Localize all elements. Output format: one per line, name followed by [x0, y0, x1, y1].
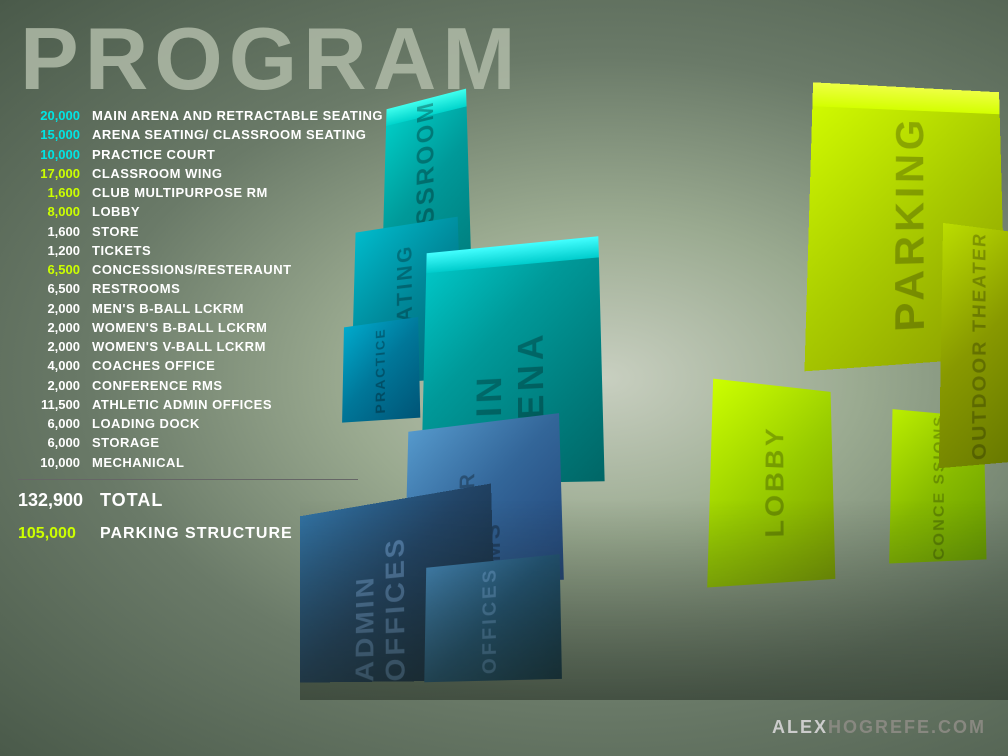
program-label: MEN'S B-BALL LCKRM	[92, 301, 244, 317]
program-number: 6,500	[18, 281, 80, 297]
program-label: LOADING DOCK	[92, 416, 200, 432]
block-offices: OFFICES	[424, 554, 562, 682]
program-number: 2,000	[18, 378, 80, 394]
branding-prefix: ALEX	[772, 717, 828, 737]
program-label: STORE	[92, 224, 139, 240]
total-label: TOTAL	[100, 490, 163, 511]
block-theater: OUTDOOR THEATER	[939, 223, 1008, 468]
program-label: LOBBY	[92, 204, 140, 220]
program-number: 17,000	[18, 166, 80, 182]
program-number: 1,600	[18, 185, 80, 201]
program-number: 2,000	[18, 320, 80, 336]
program-label: WOMEN'S V-BALL LCKRM	[92, 339, 266, 355]
program-label: ATHLETIC ADMIN OFFICES	[92, 397, 272, 413]
program-label: CONCESSIONS/RESTERAUNT	[92, 262, 292, 278]
block-offices-label: OFFICES	[479, 566, 502, 675]
program-label: COACHES OFFICE	[92, 358, 215, 374]
parking-label: PARKING STRUCTURE	[100, 525, 293, 543]
program-label: CONFERENCE RMS	[92, 378, 223, 394]
program-number: 11,500	[18, 397, 80, 413]
program-label: STORAGE	[92, 435, 160, 451]
program-number: 8,000	[18, 204, 80, 220]
program-label: RESTROOMS	[92, 281, 180, 297]
program-number: 2,000	[18, 301, 80, 317]
program-label: TICKETS	[92, 243, 151, 259]
program-number: 1,600	[18, 224, 80, 240]
block-admin-label: ADMIN OFFICES	[350, 497, 412, 682]
branding-suffix: HOGREFE.COM	[828, 717, 986, 737]
program-label: CLUB MULTIPURPOSE RM	[92, 185, 268, 201]
block-theater-label: OUTDOOR THEATER	[969, 230, 992, 460]
parking-number: 105,000	[18, 525, 88, 543]
program-label: MECHANICAL	[92, 455, 184, 471]
program-label: CLASSROOM WING	[92, 166, 223, 182]
program-label: WOMEN'S B-BALL LCKRM	[92, 320, 267, 336]
program-number: 2,000	[18, 339, 80, 355]
program-number: 6,000	[18, 416, 80, 432]
program-number: 20,000	[18, 108, 80, 124]
program-number: 15,000	[18, 127, 80, 143]
blocks-container: CLASSROOM PARKING SEATING MAIN ARENA PRA…	[300, 80, 1008, 700]
program-number: 10,000	[18, 147, 80, 163]
total-number: 132,900	[18, 490, 88, 511]
block-practice-label: PRACTICE	[372, 327, 388, 414]
program-number: 10,000	[18, 455, 80, 471]
block-lobby-label: LOBBY	[759, 425, 790, 538]
block-lobby: LOBBY	[707, 379, 835, 588]
branding: ALEXHOGREFE.COM	[772, 717, 986, 738]
program-number: 1,200	[18, 243, 80, 259]
program-number: 4,000	[18, 358, 80, 374]
program-number: 6,500	[18, 262, 80, 278]
program-number: 6,000	[18, 435, 80, 451]
block-practice: PRACTICE	[342, 317, 420, 423]
program-label: PRACTICE COURT	[92, 147, 215, 163]
block-parking-label: PARKING	[886, 115, 934, 333]
